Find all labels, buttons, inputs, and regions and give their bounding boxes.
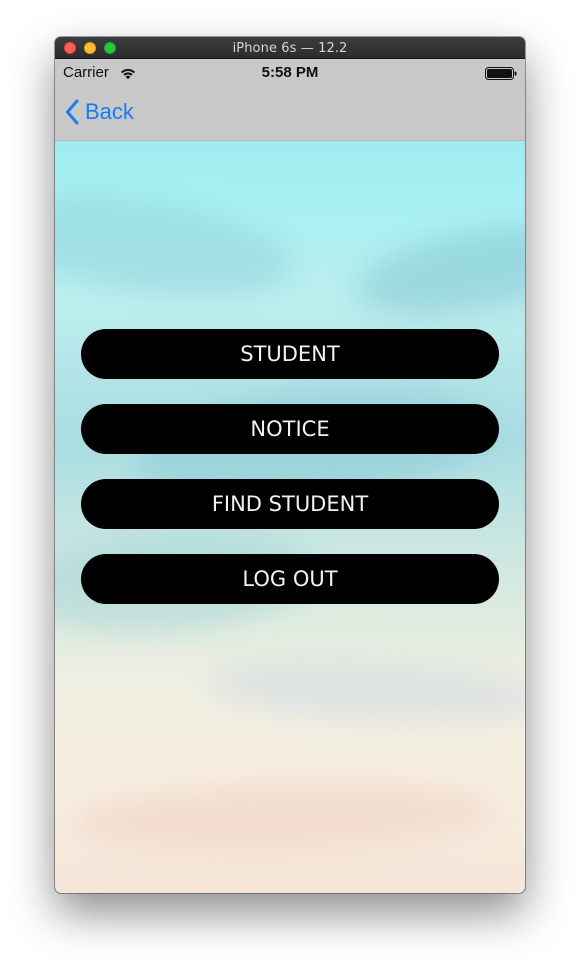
background-image: STUDENT NOTICE FIND STUDENT LOG OUT <box>55 141 525 893</box>
device-screen: Carrier 5:58 PM Back STUDENT NOTICE FIND… <box>55 59 525 893</box>
sky-cloud <box>349 210 525 332</box>
sky-cloud <box>55 180 300 312</box>
find-student-button[interactable]: FIND STUDENT <box>81 479 499 529</box>
sky-cloud <box>73 773 497 859</box>
simulator-window: iPhone 6s — 12.2 Carrier 5:58 PM Back ST… <box>55 37 525 893</box>
window-titlebar: iPhone 6s — 12.2 <box>55 37 525 59</box>
student-button[interactable]: STUDENT <box>81 329 499 379</box>
status-time: 5:58 PM <box>261 64 319 81</box>
sky-cloud <box>203 652 525 730</box>
log-out-button[interactable]: LOG OUT <box>81 554 499 604</box>
back-label: Back <box>85 99 134 124</box>
notice-button[interactable]: NOTICE <box>81 404 499 454</box>
chevron-left-icon <box>66 99 79 125</box>
back-button[interactable]: Back <box>65 97 134 127</box>
navigation-bar: Carrier 5:58 PM Back <box>55 59 525 141</box>
window-title: iPhone 6s — 12.2 <box>232 41 348 56</box>
battery-icon <box>485 67 517 80</box>
